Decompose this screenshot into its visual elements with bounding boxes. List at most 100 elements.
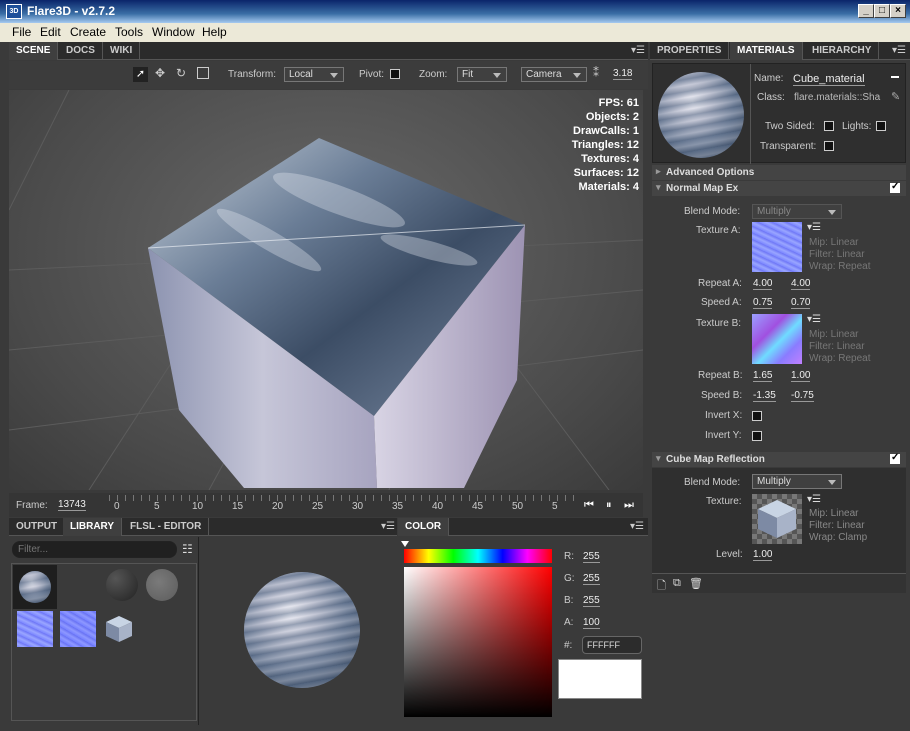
speed-a-u[interactable]: 0.75 bbox=[753, 297, 773, 309]
tab-wiki[interactable]: WIKI bbox=[103, 42, 141, 60]
minimize-button[interactable]: _ bbox=[858, 4, 874, 18]
transform-dropdown[interactable]: Local bbox=[284, 67, 344, 82]
b-value[interactable]: 255 bbox=[583, 595, 600, 607]
library-item-normalmap-b[interactable] bbox=[60, 611, 96, 647]
panel-menu-icon[interactable]: ▾☰ bbox=[630, 521, 644, 532]
color-tabbar: COLOR ▾☰ bbox=[398, 518, 648, 536]
normal-map-enabled-checkbox[interactable] bbox=[890, 181, 900, 193]
texture-menu-icon[interactable]: ▾☰ bbox=[807, 494, 821, 505]
minus-icon[interactable] bbox=[891, 76, 899, 78]
texture-a-label: Texture A: bbox=[696, 225, 741, 236]
menu-window[interactable]: Window bbox=[152, 25, 195, 39]
texture-menu-icon[interactable]: ▾☰ bbox=[807, 314, 821, 325]
speed-a-v[interactable]: 0.70 bbox=[791, 297, 811, 309]
level-value[interactable]: 1.00 bbox=[753, 549, 773, 561]
delete-material-icon[interactable]: 🗑 bbox=[689, 577, 703, 590]
speed-b-v[interactable]: -0.75 bbox=[791, 390, 814, 402]
texture-a-thumbnail[interactable] bbox=[752, 222, 802, 272]
scale-icon[interactable] bbox=[197, 67, 209, 79]
menu-create[interactable]: Create bbox=[70, 25, 106, 39]
speed-b-u[interactable]: -1.35 bbox=[753, 390, 776, 402]
zoom-dropdown[interactable]: Fit bbox=[457, 67, 507, 82]
menu-tools[interactable]: Tools bbox=[115, 25, 143, 39]
timeline-ruler[interactable] bbox=[109, 495, 579, 501]
maximize-button[interactable]: □ bbox=[874, 4, 890, 18]
tick-label: 30 bbox=[352, 501, 364, 512]
fast-forward-icon[interactable]: ⏭ bbox=[624, 499, 634, 512]
tab-hierarchy[interactable]: HIERARCHY bbox=[805, 42, 880, 60]
tab-library[interactable]: LIBRARY bbox=[63, 518, 123, 536]
speed-value[interactable]: 3.18 bbox=[613, 68, 633, 80]
g-value[interactable]: 255 bbox=[583, 573, 600, 585]
transform-label: Transform: bbox=[228, 69, 276, 80]
move-icon[interactable]: ✥ bbox=[155, 66, 165, 80]
a-label: A: bbox=[564, 617, 574, 628]
select-arrow-icon[interactable]: ➚ bbox=[133, 67, 148, 82]
nm-blend-label: Blend Mode: bbox=[684, 206, 741, 217]
tick-label: 10 bbox=[192, 501, 204, 512]
new-material-icon[interactable]: 🗋 bbox=[657, 577, 666, 596]
cube-map-enabled-checkbox[interactable] bbox=[890, 452, 900, 464]
texture-b-label: Texture B: bbox=[696, 318, 742, 329]
cm-blend-dropdown[interactable]: Multiply bbox=[752, 474, 842, 489]
library-item-cube[interactable] bbox=[104, 614, 134, 644]
panel-menu-icon[interactable]: ▾☰ bbox=[381, 521, 395, 532]
list-view-icon[interactable]: ☷ bbox=[182, 542, 193, 556]
material-name-value[interactable]: Cube_material bbox=[793, 73, 865, 86]
texture-menu-icon[interactable]: ▾☰ bbox=[807, 222, 821, 233]
pause-icon[interactable]: ⏸ bbox=[606, 499, 612, 512]
tab-flsl-editor[interactable]: FLSL - EDITOR bbox=[123, 518, 210, 536]
advanced-options-section[interactable]: Advanced Options bbox=[652, 165, 906, 180]
saturation-picker[interactable] bbox=[404, 567, 552, 717]
invert-y-checkbox[interactable] bbox=[752, 431, 762, 441]
class-label: Class: bbox=[757, 92, 785, 103]
tab-materials[interactable]: MATERIALS bbox=[730, 42, 803, 60]
invert-x-checkbox[interactable] bbox=[752, 411, 762, 421]
nm-blend-dropdown[interactable]: Multiply bbox=[752, 204, 842, 219]
menu-file[interactable]: File bbox=[12, 25, 31, 39]
library-filter-input[interactable] bbox=[12, 541, 177, 558]
tick-label: 20 bbox=[272, 501, 284, 512]
viewport-tabbar: SCENE DOCS WIKI ▾☰ bbox=[9, 42, 648, 60]
tab-output[interactable]: OUTPUT bbox=[9, 518, 66, 536]
tick-label: 50 bbox=[512, 501, 524, 512]
duplicate-material-icon[interactable]: ⧉ bbox=[673, 577, 681, 590]
tab-docs[interactable]: DOCS bbox=[59, 42, 103, 60]
repeat-a-v[interactable]: 4.00 bbox=[791, 278, 811, 290]
normal-map-section[interactable]: Normal Map Ex bbox=[652, 181, 906, 196]
hue-slider[interactable] bbox=[404, 549, 552, 563]
hex-input[interactable]: FFFFFF bbox=[582, 636, 642, 654]
library-item-normalmap-a[interactable] bbox=[17, 611, 53, 647]
frame-value[interactable]: 13743 bbox=[58, 499, 86, 511]
close-button[interactable]: × bbox=[890, 4, 906, 18]
cube-map-section[interactable]: Cube Map Reflection bbox=[652, 452, 906, 467]
two-sided-checkbox[interactable] bbox=[824, 121, 834, 131]
3d-viewport[interactable]: FPS: 61 Objects: 2 DrawCalls: 1 Triangle… bbox=[9, 90, 643, 490]
library-item-selected[interactable] bbox=[13, 565, 57, 609]
cube-map-thumbnail[interactable] bbox=[752, 494, 802, 544]
menu-help[interactable]: Help bbox=[202, 25, 227, 39]
footsteps-icon[interactable]: ⁑ bbox=[593, 66, 599, 80]
r-value[interactable]: 255 bbox=[583, 551, 600, 563]
rotate-icon[interactable]: ↻ bbox=[176, 66, 186, 80]
library-item[interactable] bbox=[146, 569, 178, 601]
panel-menu-icon[interactable]: ▾☰ bbox=[631, 45, 645, 56]
menu-edit[interactable]: Edit bbox=[40, 25, 61, 39]
transparent-checkbox[interactable] bbox=[824, 141, 834, 151]
texture-b-thumbnail[interactable] bbox=[752, 314, 802, 364]
hue-marker-icon[interactable] bbox=[401, 541, 409, 551]
pivot-checkbox[interactable] bbox=[390, 69, 400, 79]
tab-color[interactable]: COLOR bbox=[398, 518, 450, 536]
rewind-icon[interactable]: ⏮ bbox=[584, 499, 594, 512]
camera-dropdown[interactable]: Camera bbox=[521, 67, 587, 82]
library-item[interactable] bbox=[106, 569, 138, 601]
repeat-a-u[interactable]: 4.00 bbox=[753, 278, 773, 290]
panel-menu-icon[interactable]: ▾☰ bbox=[892, 45, 906, 56]
lights-checkbox[interactable] bbox=[876, 121, 886, 131]
tab-properties[interactable]: PROPERTIES bbox=[650, 42, 730, 60]
repeat-b-v[interactable]: 1.00 bbox=[791, 370, 811, 382]
repeat-b-u[interactable]: 1.65 bbox=[753, 370, 773, 382]
tab-scene[interactable]: SCENE bbox=[9, 42, 59, 60]
a-value[interactable]: 100 bbox=[583, 617, 600, 629]
pin-icon[interactable]: ✎ bbox=[891, 90, 900, 103]
